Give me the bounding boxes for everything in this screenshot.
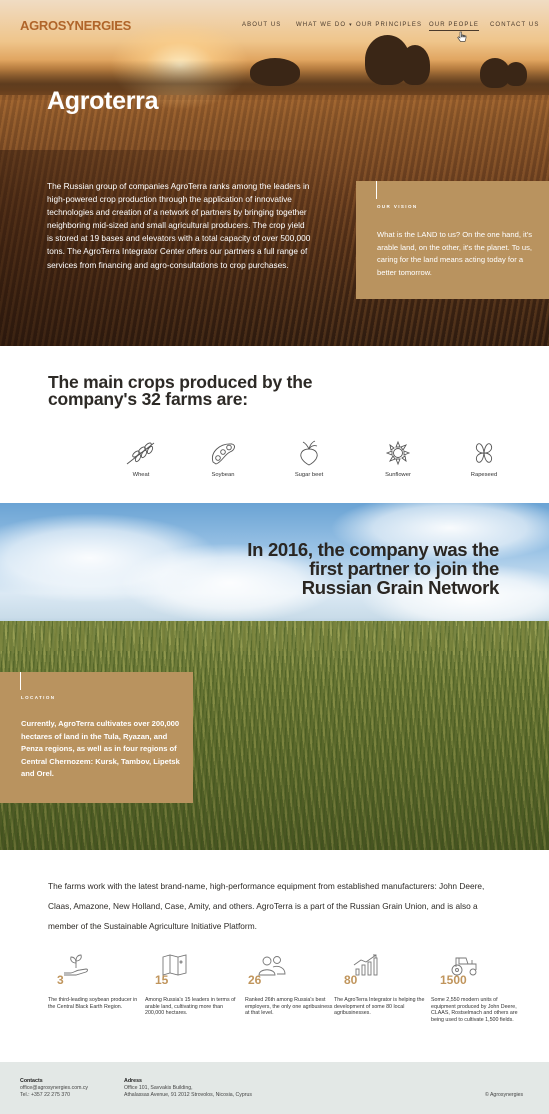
stat-number: 1500 (440, 973, 467, 987)
stat-number: 3 (57, 973, 64, 987)
hand-cursor-icon (457, 31, 467, 42)
stat-number: 80 (344, 973, 358, 987)
stat-number: 15 (155, 973, 169, 987)
nav-contact-us[interactable]: CONTACT US (490, 22, 539, 28)
footer-contacts-heading: Contacts (20, 1078, 43, 1084)
tree (505, 62, 527, 86)
crop-name: Sunflower (385, 472, 411, 478)
nav-about-us[interactable]: ABOUT US (242, 22, 281, 28)
crop-name: Soybean (211, 472, 235, 478)
footer-copyright: © Agrosynergies (485, 1092, 524, 1098)
sunflower-icon (385, 440, 411, 466)
wheat-heads (0, 621, 549, 651)
location-card: LOCATION Currently, AgroTerra cultivates… (0, 672, 193, 803)
crop-name: Rapeseed (470, 472, 498, 478)
nav-what-we-do-label: WHAT WE DO (296, 22, 347, 28)
card-tick-divider (376, 181, 377, 199)
footer-address-heading: Adress (124, 1078, 142, 1084)
stat-number: 26 (248, 973, 262, 987)
stat-description: Ranked 26th among Russia's best employer… (245, 997, 333, 1017)
soybean-icon (212, 443, 235, 465)
rapeseed-icon (475, 443, 493, 463)
crop-item-sugar-beet: Sugar beet (269, 440, 349, 478)
hero-description: The Russian group of companies AgroTerra… (47, 181, 311, 270)
sugar-beet-icon (300, 440, 318, 466)
footer-phone: Tel.: +357 22 275 370 (20, 1092, 71, 1098)
footer-address-line1: Office 101, Savvakis Building, (124, 1085, 193, 1091)
footer-address-line2: Athalassas Avenue, 91 2012 Strovolos, Ni… (124, 1092, 252, 1098)
footer: Contacts office@agrosynergies.com.cy Tel… (0, 1062, 549, 1114)
crop-name: Wheat (132, 472, 150, 478)
location-text: Currently, AgroTerra cultivates over 200… (21, 719, 180, 778)
tree (250, 58, 300, 86)
crop-item-soybean: Soybean (183, 440, 263, 478)
crop-item-sunflower: Sunflower (358, 440, 438, 478)
crop-name: Sugar beet (294, 472, 324, 478)
grain-network-heading: In 2016, the company was the first partn… (247, 539, 499, 598)
stat-description: Some 2,550 modern units of equipment pro… (431, 997, 518, 1023)
nav-our-principles[interactable]: OUR PRINCIPLES (356, 22, 422, 28)
stat-description: Among Russia's 15 leaders in terms of ar… (145, 997, 236, 1017)
page-title: Agroterra (47, 87, 159, 115)
card-tick-divider (20, 672, 21, 690)
vision-card: OUR VISION What is the LAND to us? On th… (356, 181, 549, 299)
footer-email-link[interactable]: office@agrosynergies.com.cy (20, 1085, 88, 1092)
people-icon (258, 956, 286, 976)
equipment-paragraph: The farms work with the latest brand-nam… (48, 881, 485, 931)
chevron-down-icon: ▾ (349, 22, 353, 28)
location-label: LOCATION (21, 695, 56, 700)
wheat-icon (126, 442, 155, 465)
logo[interactable]: AGROSYNERGIES (20, 18, 131, 33)
tree (400, 45, 430, 85)
nav-our-people[interactable]: OUR PEOPLE (429, 22, 480, 31)
stat-description: The AgroTerra Integrator is helping the … (334, 997, 425, 1017)
crop-item-rapeseed: Rapeseed (444, 440, 524, 478)
nav-what-we-do[interactable]: WHAT WE DO ▾ (296, 22, 353, 28)
vision-text: What is the LAND to us? On the one hand,… (377, 230, 533, 277)
crops-heading: The main crops produced by the company's… (48, 372, 313, 409)
stat-description: The third-leading soybean producer in th… (48, 997, 138, 1010)
crop-item-wheat: Wheat (101, 440, 181, 478)
top-navigation: AGROSYNERGIES ABOUT US WHAT WE DO ▾ OUR P… (0, 0, 549, 42)
hand-plant-icon (64, 954, 88, 976)
vision-label: OUR VISION (377, 204, 418, 209)
